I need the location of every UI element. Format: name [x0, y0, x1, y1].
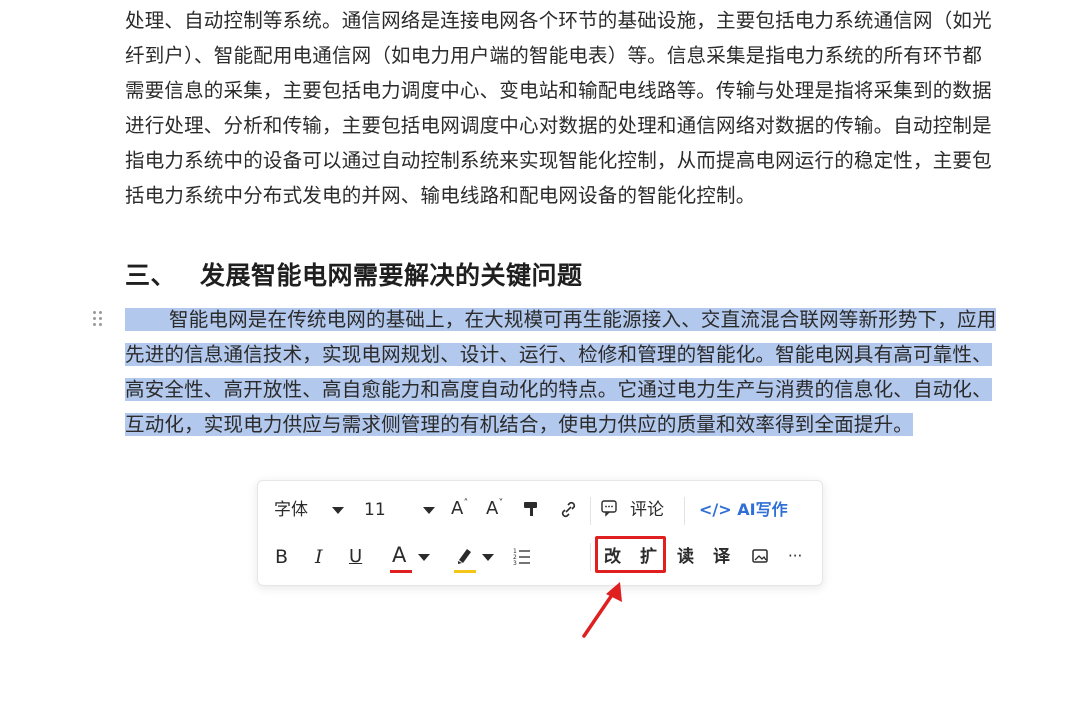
image-button[interactable]	[751, 546, 769, 573]
comment-icon	[601, 500, 617, 517]
annotation-arrow-icon	[582, 582, 622, 638]
comment-button[interactable]: 评论	[600, 498, 664, 522]
font-color-icon: A	[392, 543, 407, 567]
format-painter-icon	[524, 502, 537, 516]
translate-label: 译	[713, 547, 730, 567]
increase-font-size-button[interactable]: A˄	[451, 497, 468, 524]
font-family-select[interactable]: 字体	[274, 498, 308, 522]
ordered-list-button[interactable]: 1 2 3	[512, 545, 532, 574]
more-icon: ···	[788, 547, 803, 565]
heading-number: 三、	[125, 261, 177, 290]
toolbar-divider	[590, 497, 591, 525]
floating-format-toolbar: 字体 11 A˄ A˅ 评论 </> AI写作 B I U A 1 2 3 改 …	[257, 480, 823, 586]
font-color-button[interactable]: A	[392, 543, 406, 567]
selected-paragraph-text: 智能电网是在传统电网的基础上，在大规模可再生能源接入、交直流混合联网等新形势下，…	[125, 308, 997, 436]
font-family-label: 字体	[274, 500, 308, 520]
highlighter-icon	[458, 549, 471, 564]
ai-write-label: </> AI写作	[699, 500, 788, 519]
link-icon	[561, 501, 576, 518]
font-family-dropdown-icon[interactable]	[332, 507, 344, 514]
ai-write-button[interactable]: </> AI写作	[699, 498, 788, 522]
italic-icon: I	[315, 546, 323, 568]
increase-font-icon: A	[451, 498, 464, 519]
selected-paragraph[interactable]: 智能电网是在传统电网的基础上，在大规模可再生能源接入、交直流混合联网等新形势下，…	[125, 302, 1000, 442]
read-label: 读	[677, 547, 694, 567]
font-color-swatch	[390, 570, 412, 573]
underline-icon: U	[349, 546, 363, 567]
more-button[interactable]: ···	[788, 544, 802, 568]
body-paragraph: 处理、自动控制等系统。通信网络是连接电网各个环节的基础设施，主要包括电力系统通信…	[125, 9, 992, 207]
format-painter-button[interactable]	[522, 498, 540, 527]
bold-icon: B	[275, 546, 289, 568]
read-button[interactable]: 读	[677, 545, 694, 569]
decrease-font-icon: A	[486, 498, 499, 519]
bold-button[interactable]: B	[275, 545, 288, 569]
font-size-select[interactable]: 11	[364, 498, 386, 522]
highlight-color-swatch	[454, 570, 476, 573]
font-size-dropdown-icon[interactable]	[423, 507, 435, 514]
decrease-font-size-button[interactable]: A˅	[486, 497, 503, 524]
ordered-list-icon: 1 2 3	[513, 548, 530, 567]
underline-button[interactable]: U	[349, 545, 362, 569]
toolbar-divider	[590, 543, 591, 571]
font-size-value: 11	[364, 500, 386, 520]
heading-text: 发展智能电网需要解决的关键问题	[200, 261, 583, 290]
image-icon	[752, 549, 768, 563]
section-heading: 三、 发展智能电网需要解决的关键问题	[125, 256, 583, 296]
link-button[interactable]	[558, 498, 578, 527]
translate-button[interactable]: 译	[713, 545, 730, 569]
comment-label: 评论	[630, 500, 664, 520]
annotation-highlight-box	[595, 536, 666, 573]
highlight-color-dropdown-icon[interactable]	[482, 554, 494, 561]
toolbar-divider	[684, 497, 685, 525]
font-color-dropdown-icon[interactable]	[418, 554, 430, 561]
block-drag-handle-icon[interactable]	[90, 309, 104, 329]
svg-text:3: 3	[513, 560, 517, 567]
italic-button[interactable]: I	[315, 545, 323, 569]
